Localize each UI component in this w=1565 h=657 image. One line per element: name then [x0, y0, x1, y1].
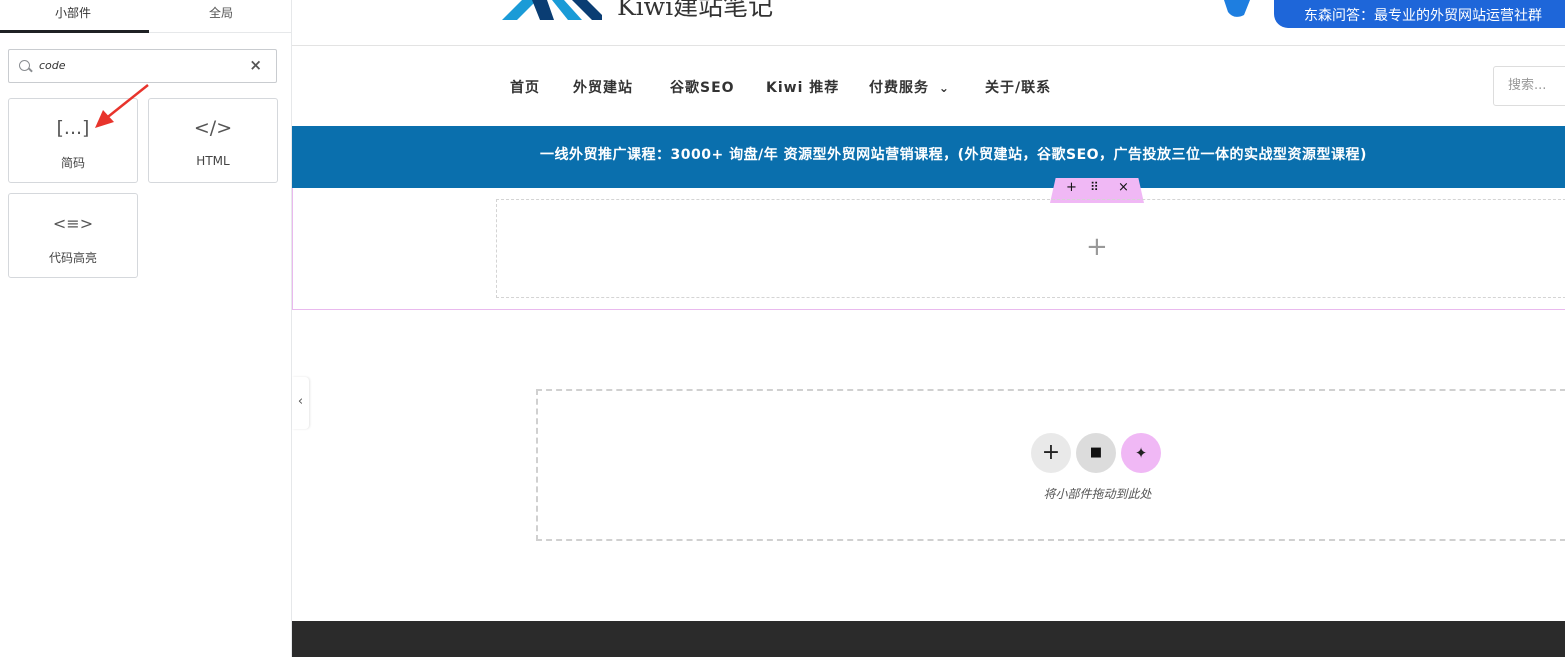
tab-widgets[interactable]: 小部件 — [0, 0, 146, 33]
tab-global[interactable]: 全局 — [148, 0, 294, 33]
active-tab-indicator — [0, 30, 149, 33]
red-arrow-annotation — [95, 84, 149, 128]
nav-about-contact[interactable]: 关于/联系 — [985, 77, 1051, 97]
clear-search-button[interactable]: × — [249, 56, 262, 74]
delete-section-button[interactable]: × — [1118, 180, 1129, 195]
folder-icon[interactable]: ■ — [1076, 433, 1116, 473]
widget-drop-area[interactable]: + ■ ✦ 将小部件拖动到此处 — [536, 389, 1565, 541]
ad-bird-icon — [1224, 0, 1250, 17]
panel-tabs: 小部件 全局 — [0, 0, 292, 33]
widget-panel: 小部件 全局 code × [...] 简码 </> HTML <≡> 代码高亮 — [0, 0, 292, 657]
nav-home[interactable]: 首页 — [510, 77, 540, 97]
site-logo-text[interactable]: Kiwi建站笔记 — [617, 0, 773, 23]
promo-banner[interactable]: 一线外贸推广课程：3000+ 询盘/年 资源型外贸网站营销课程，(外贸建站，谷歌… — [292, 126, 1565, 188]
site-preview: Kiwi建站笔记 东森问答：最专业的外贸网站运营社群 首页 外贸建站 谷歌SEO… — [292, 0, 1565, 657]
chevron-down-icon: ⌄ — [938, 81, 950, 95]
widget-search-input[interactable]: code × — [8, 49, 277, 83]
site-header: Kiwi建站笔记 东森问答：最专业的外贸网站运营社群 — [292, 0, 1565, 46]
ai-sparkle-icon[interactable]: ✦ — [1121, 433, 1161, 473]
widget-label: HTML — [196, 154, 230, 168]
widget-code-highlight[interactable]: <≡> 代码高亮 — [8, 193, 138, 278]
add-widget-plus-icon[interactable]: + — [1086, 232, 1108, 262]
add-section-button[interactable]: + — [1031, 433, 1071, 473]
html-code-icon: </> — [193, 117, 233, 139]
add-section-button[interactable]: + — [1066, 180, 1077, 195]
site-search-input[interactable]: 搜索... — [1493, 66, 1565, 106]
ad-banner[interactable]: 东森问答：最专业的外贸网站运营社群 — [1274, 0, 1565, 28]
editor-section: + ⠿ × + — [292, 178, 1565, 310]
nav-website-building[interactable]: 外贸建站 — [573, 77, 633, 97]
nav-google-seo[interactable]: 谷歌SEO — [670, 77, 735, 97]
widget-html[interactable]: </> HTML — [148, 98, 278, 183]
nav-kiwi-recommend[interactable]: Kiwi 推荐 — [766, 77, 839, 97]
search-value[interactable]: code — [39, 59, 66, 72]
drag-handle-icon[interactable]: ⠿ — [1090, 180, 1099, 194]
empty-column[interactable]: + — [496, 199, 1565, 298]
drop-hint-text: 将小部件拖动到此处 — [1043, 487, 1152, 501]
code-highlight-icon: <≡> — [52, 214, 94, 233]
widget-label: 简码 — [60, 156, 85, 170]
site-footer — [292, 621, 1565, 657]
nav-paid-services-label: 付费服务 — [869, 80, 929, 96]
main-nav: 首页 外贸建站 谷歌SEO Kiwi 推荐 付费服务 ⌄ 关于/联系 搜索... — [292, 47, 1565, 126]
search-icon — [19, 60, 30, 71]
logo-icon — [502, 0, 602, 20]
nav-paid-services[interactable]: 付费服务 ⌄ — [869, 77, 950, 97]
widget-label: 代码高亮 — [48, 251, 97, 265]
